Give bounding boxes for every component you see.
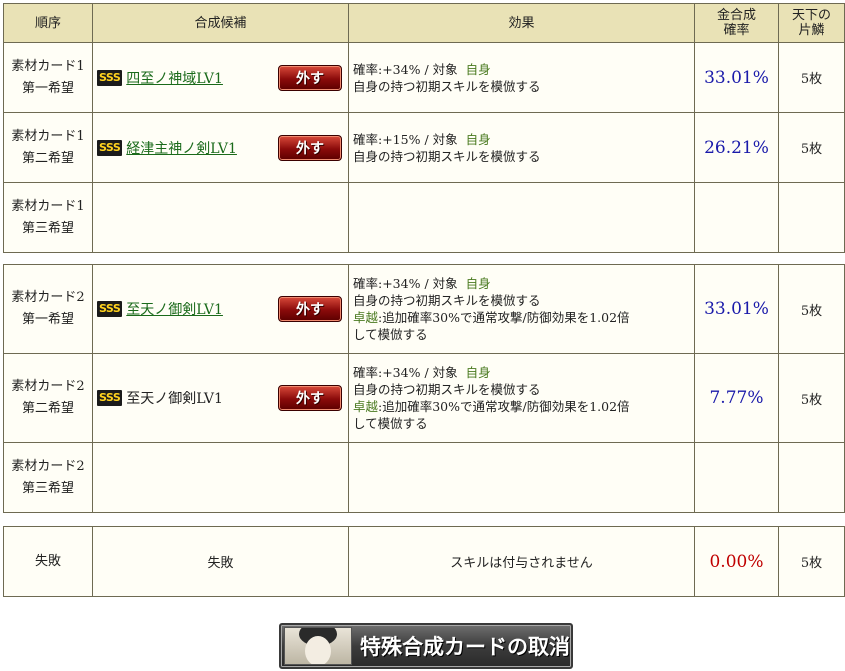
failure-rate: 0.00% — [694, 526, 779, 597]
effect-target: 自身 — [465, 61, 491, 77]
cancel-button-label: 特殊合成カードの取消 — [360, 635, 570, 659]
success-rate: 26.21% — [694, 112, 779, 183]
card-name-link[interactable]: 経津主神ノ剣LV1 — [126, 138, 237, 158]
remove-button[interactable]: 外す — [278, 64, 342, 91]
success-rate: 33.01% — [694, 42, 779, 113]
order-cell: 素材カード2 第三希望 — [3, 442, 93, 513]
remove-button[interactable]: 外す — [278, 134, 342, 161]
takuetsu-label: 卓越 — [353, 310, 379, 325]
failure-candidate: 失敗 — [92, 526, 349, 597]
card-name-link[interactable]: 四至ノ神域LV1 — [126, 68, 223, 88]
failure-effect: スキルは付与されません — [348, 526, 695, 597]
cancel-special-synthesis-button[interactable]: 特殊合成カードの取消 — [279, 623, 573, 669]
order-cell: 素材カード1 第二希望 — [3, 112, 93, 183]
effect-target: 自身 — [465, 131, 491, 147]
success-rate-empty — [694, 182, 779, 253]
effect-cell: 確率:+15% / 対象 自身 自身の持つ初期スキルを模倣する — [348, 112, 695, 183]
candidate-cell-empty[interactable] — [92, 182, 349, 253]
material-card-2-table: 素材カード2 第一希望 SSS 至天ノ御剣LV1 外す 確率:+34% / 対象自… — [3, 264, 845, 513]
order-cell: 素材カード1 第三希望 — [3, 182, 93, 253]
table-row: 素材カード1 第二希望 SSS 経津主神ノ剣LV1 外す 確率:+15% / 対象… — [3, 112, 845, 183]
candidate-cell: SSS 至天ノ御剣LV1 外す — [92, 353, 349, 443]
success-rate: 33.01% — [694, 264, 779, 354]
failure-order: 失敗 — [3, 526, 93, 597]
success-rate: 7.77% — [694, 353, 779, 443]
effect-description: 自身の持つ初期スキルを模倣する — [353, 293, 541, 308]
effect-cell: 確率:+34% / 対象 自身 自身の持つ初期スキルを模倣する — [348, 42, 695, 113]
table-row: 素材カード2 第三希望 — [3, 442, 845, 513]
candidate-cell: SSS 四至ノ神域LV1 外す — [92, 42, 349, 113]
order-cell: 素材カード1 第一希望 — [3, 42, 93, 113]
rank-badge: SSS — [97, 301, 123, 317]
order-cell: 素材カード2 第二希望 — [3, 353, 93, 443]
material-card-1-table: 順序 合成候補 効果 金合成 確率 天下の 片鱗 素材カード1 第一希望 SSS 四至… — [3, 3, 845, 253]
rank-badge: SSS — [97, 69, 123, 86]
effect-description: 自身の持つ初期スキルを模倣する — [353, 382, 541, 397]
effect-target: 自身 — [465, 365, 491, 380]
table-row: 素材カード2 第二希望 SSS 至天ノ御剣LV1 外す 確率:+34% / 対象自… — [3, 353, 845, 443]
rank-badge: SSS — [97, 139, 123, 156]
candidate-cell: SSS 経津主神ノ剣LV1 外す — [92, 112, 349, 183]
effect-cell: 確率:+34% / 対象 自身 自身の持つ初期スキルを模倣する 卓越:追加確率30… — [348, 264, 695, 354]
scale-count-empty — [778, 182, 845, 253]
card-name-link[interactable]: 至天ノ御剣LV1 — [126, 299, 223, 319]
order-cell: 素材カード2 第一希望 — [3, 264, 93, 354]
character-portrait-icon — [284, 627, 352, 665]
header-scale: 天下の 片鱗 — [778, 3, 845, 43]
effect-cell-empty — [348, 442, 695, 513]
effect-description: 自身の持つ初期スキルを模倣する — [353, 78, 541, 94]
failure-scale: 5枚 — [778, 526, 845, 597]
table-header-row: 順序 合成候補 効果 金合成 確率 天下の 片鱗 — [3, 3, 845, 43]
table-row: 素材カード1 第三希望 — [3, 182, 845, 253]
scale-count-empty — [778, 442, 845, 513]
header-order: 順序 — [3, 3, 93, 43]
table-row: 素材カード2 第一希望 SSS 至天ノ御剣LV1 外す 確率:+34% / 対象自… — [3, 264, 845, 354]
scale-count: 5枚 — [778, 353, 845, 443]
effect-description: 自身の持つ初期スキルを模倣する — [353, 148, 541, 164]
failure-row: 失敗 失敗 スキルは付与されません 0.00% 5枚 — [3, 526, 845, 597]
scale-count: 5枚 — [778, 264, 845, 354]
effect-target: 自身 — [465, 276, 491, 291]
remove-button[interactable]: 外す — [278, 296, 342, 322]
takuetsu-label: 卓越 — [353, 399, 379, 414]
candidate-cell-empty[interactable] — [92, 442, 349, 513]
header-candidate: 合成候補 — [92, 3, 349, 43]
success-rate-empty — [694, 442, 779, 513]
remove-button[interactable]: 外す — [278, 385, 342, 411]
scale-count: 5枚 — [778, 42, 845, 113]
card-name: 至天ノ御剣LV1 — [126, 391, 223, 407]
failure-table: 失敗 失敗 スキルは付与されません 0.00% 5枚 — [3, 526, 845, 597]
table-row: 素材カード1 第一希望 SSS 四至ノ神域LV1 外す 確率:+34% / 対象自… — [3, 42, 845, 113]
scale-count: 5枚 — [778, 112, 845, 183]
effect-cell-empty — [348, 182, 695, 253]
header-rate: 金合成 確率 — [694, 3, 779, 43]
header-effect: 効果 — [348, 3, 695, 43]
effect-cell: 確率:+34% / 対象 自身 自身の持つ初期スキルを模倣する 卓越:追加確率30… — [348, 353, 695, 443]
candidate-cell: SSS 至天ノ御剣LV1 外す — [92, 264, 349, 354]
rank-badge: SSS — [97, 390, 123, 406]
